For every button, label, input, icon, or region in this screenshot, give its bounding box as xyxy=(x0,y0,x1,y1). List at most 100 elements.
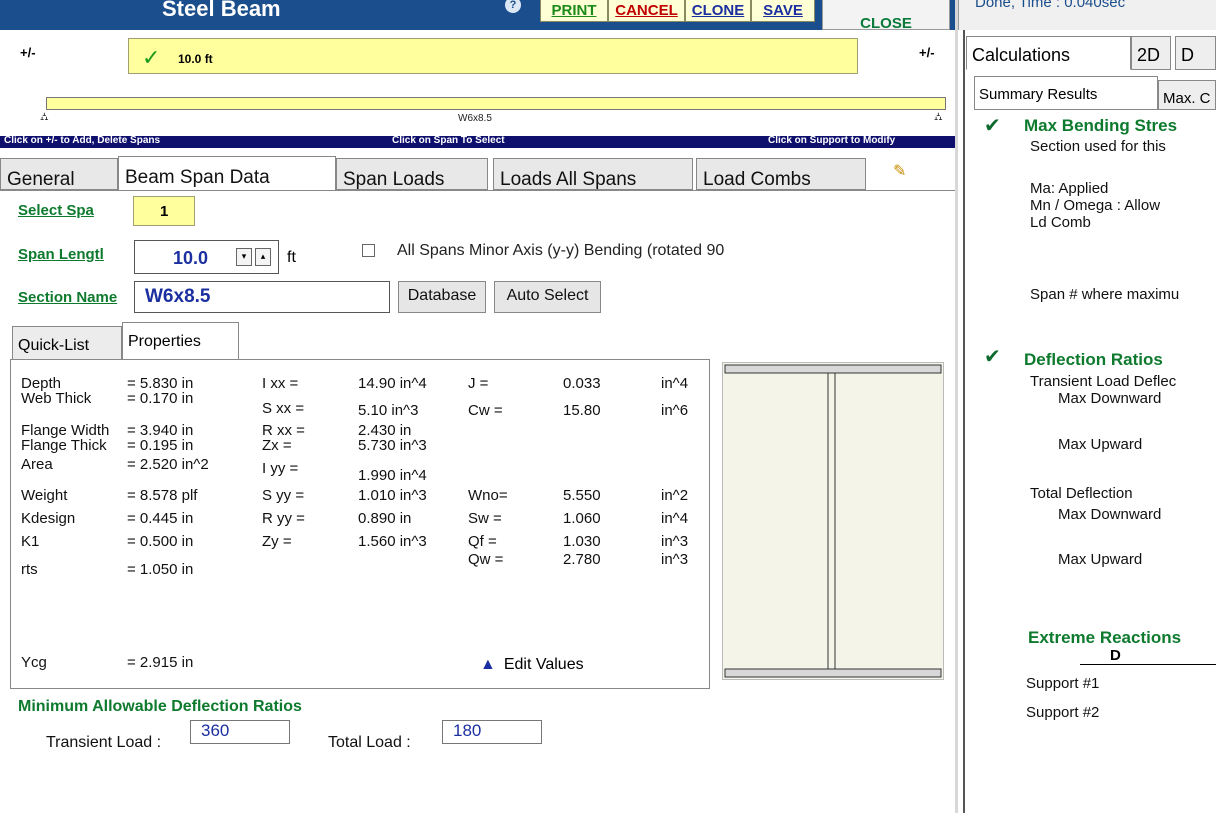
property-value: 5.730 in^3 xyxy=(358,437,427,454)
property-value: 0.033 xyxy=(563,375,601,392)
property-name: Ycg xyxy=(21,654,47,671)
property-name: Sw = xyxy=(468,510,502,527)
print-button[interactable]: PRINT xyxy=(540,0,608,22)
transient-load-input[interactable]: 360 xyxy=(190,720,290,744)
edit-values-button[interactable]: ▲ Edit Values xyxy=(480,656,584,674)
minor-axis-checkbox[interactable] xyxy=(362,244,375,257)
tab-span-loads[interactable]: Span Loads xyxy=(336,158,488,190)
max-downward-total-label: Max Downward xyxy=(1058,506,1162,523)
transient-load-label: Transient Load : xyxy=(46,734,162,751)
span-where-max-label: Span # where maximu xyxy=(1030,286,1180,303)
span-length-unit: ft xyxy=(287,249,296,266)
clone-button[interactable]: CLONE xyxy=(685,0,751,22)
property-value: 1.010 in^3 xyxy=(358,487,427,504)
property-name: Area xyxy=(21,456,53,473)
support-2-label: Support #2 xyxy=(1026,704,1100,721)
checkmark-icon: ✔ xyxy=(984,113,1001,137)
property-name: Zx = xyxy=(262,437,292,454)
property-value: 1.990 in^4 xyxy=(358,467,427,484)
allow-label: Mn / Omega : Allow xyxy=(1030,197,1161,214)
property-value: 2.780 xyxy=(563,551,601,568)
total-load-input[interactable]: 180 xyxy=(442,720,542,744)
span-length-increment-button[interactable]: ▴ xyxy=(255,248,271,266)
tab-2d[interactable]: 2D xyxy=(1131,36,1171,70)
property-name: I xx = xyxy=(262,375,299,392)
ld-comb-label: Ld Comb xyxy=(1030,214,1091,231)
property-name: Weight xyxy=(21,487,68,504)
total-load-label: Total Load : xyxy=(328,734,411,751)
wide-flange-section-drawing xyxy=(722,362,944,680)
add-delete-span-right-button[interactable]: +/- xyxy=(919,45,935,60)
beam-span-bar[interactable] xyxy=(46,97,946,110)
max-downward-label: Max Downward xyxy=(1058,390,1162,407)
auto-select-button[interactable]: Auto Select xyxy=(494,281,601,313)
property-value: 0.890 in xyxy=(358,510,412,527)
support-left-icon[interactable]: ⛼ xyxy=(40,110,49,125)
property-unit: in^6 xyxy=(661,402,689,419)
span-selector[interactable] xyxy=(128,38,858,74)
span-length-label[interactable]: Span Lengtl xyxy=(18,246,104,263)
close-button[interactable]: CLOSE xyxy=(822,0,950,32)
panel-separator xyxy=(963,30,965,813)
tab-calculations[interactable]: Calculations xyxy=(966,36,1131,70)
subtab-properties[interactable]: Properties xyxy=(122,322,239,360)
tab-load-combs[interactable]: Load Combs xyxy=(696,158,866,190)
pencil-icon[interactable]: ✎ xyxy=(893,161,906,180)
section-name-input[interactable]: W6x8.5 xyxy=(134,281,390,313)
property-name: S yy = xyxy=(262,487,305,504)
property-name: I yy = xyxy=(262,460,299,477)
hint-add-delete: Click on +/- to Add, Delete Spans xyxy=(4,135,161,146)
property-value: = 0.445 in xyxy=(127,510,194,527)
section-used-text: Section used for this xyxy=(1030,138,1166,155)
property-unit: in^3 xyxy=(661,551,689,568)
property-value: = 1.050 in xyxy=(127,561,194,578)
property-value: = 2.520 in^2 xyxy=(127,456,209,473)
cancel-button[interactable]: CANCEL xyxy=(608,0,685,22)
tab-general[interactable]: General xyxy=(0,158,118,190)
add-delete-span-left-button[interactable]: +/- xyxy=(20,45,36,60)
min-deflection-title: Minimum Allowable Deflection Ratios xyxy=(18,698,302,715)
subtab-max-c[interactable]: Max. C xyxy=(1158,80,1216,110)
property-value: 5.10 in^3 xyxy=(358,402,419,419)
property-name: Qf = xyxy=(468,533,497,550)
total-deflection-label: Total Deflection xyxy=(1030,485,1133,502)
property-name: K1 xyxy=(21,533,40,550)
property-value: = 0.195 in xyxy=(127,437,194,454)
transient-deflection-label: Transient Load Deflec xyxy=(1030,373,1177,390)
property-value: 5.550 xyxy=(563,487,601,504)
hint-select-span: Click on Span To Select xyxy=(392,135,505,146)
checkmark-icon: ✔ xyxy=(984,344,1001,368)
property-unit: in^4 xyxy=(661,375,689,392)
property-value: 1.030 xyxy=(563,533,601,550)
property-value: = 0.170 in xyxy=(127,390,194,407)
hint-strip: Click on +/- to Add, Delete Spans Click … xyxy=(0,135,955,148)
property-value: 15.80 xyxy=(563,402,601,419)
support-1-label: Support #1 xyxy=(1026,675,1100,692)
app-title: Steel Beam xyxy=(162,0,281,21)
section-name-label[interactable]: Section Name xyxy=(18,289,117,306)
reaction-header-rule xyxy=(1080,664,1216,665)
tab-d[interactable]: D xyxy=(1175,36,1216,70)
property-value: 1.560 in^3 xyxy=(358,533,427,550)
max-upward-total-label: Max Upward xyxy=(1058,551,1143,568)
edit-values-label: Edit Values xyxy=(503,656,584,673)
panel-divider[interactable] xyxy=(955,0,958,813)
save-button[interactable]: SAVE xyxy=(751,0,815,22)
subtab-summary-results[interactable]: Summary Results xyxy=(974,76,1158,110)
property-name: R yy = xyxy=(262,510,305,527)
property-value: = 0.500 in xyxy=(127,533,194,550)
property-name: Zy = xyxy=(262,533,292,550)
span-length-decrement-button[interactable]: ▾ xyxy=(236,248,252,266)
database-button[interactable]: Database xyxy=(398,281,486,313)
beam-section-tag: W6x8.5 xyxy=(458,113,492,124)
property-name: Web Thick xyxy=(21,390,92,407)
triangle-up-icon: ▲ xyxy=(480,656,496,673)
select-span-label[interactable]: Select Spa xyxy=(18,202,94,219)
deflection-ratios-title: Deflection Ratios xyxy=(1024,350,1163,369)
tab-loads-all-spans[interactable]: Loads All Spans xyxy=(493,158,693,190)
property-name: Qw = xyxy=(468,551,504,568)
support-right-icon[interactable]: ⛼ xyxy=(934,110,943,125)
select-span-field[interactable]: 1 xyxy=(133,196,195,226)
tab-beam-span-data[interactable]: Beam Span Data xyxy=(118,156,336,192)
subtab-quick-list[interactable]: Quick-List xyxy=(12,326,122,360)
